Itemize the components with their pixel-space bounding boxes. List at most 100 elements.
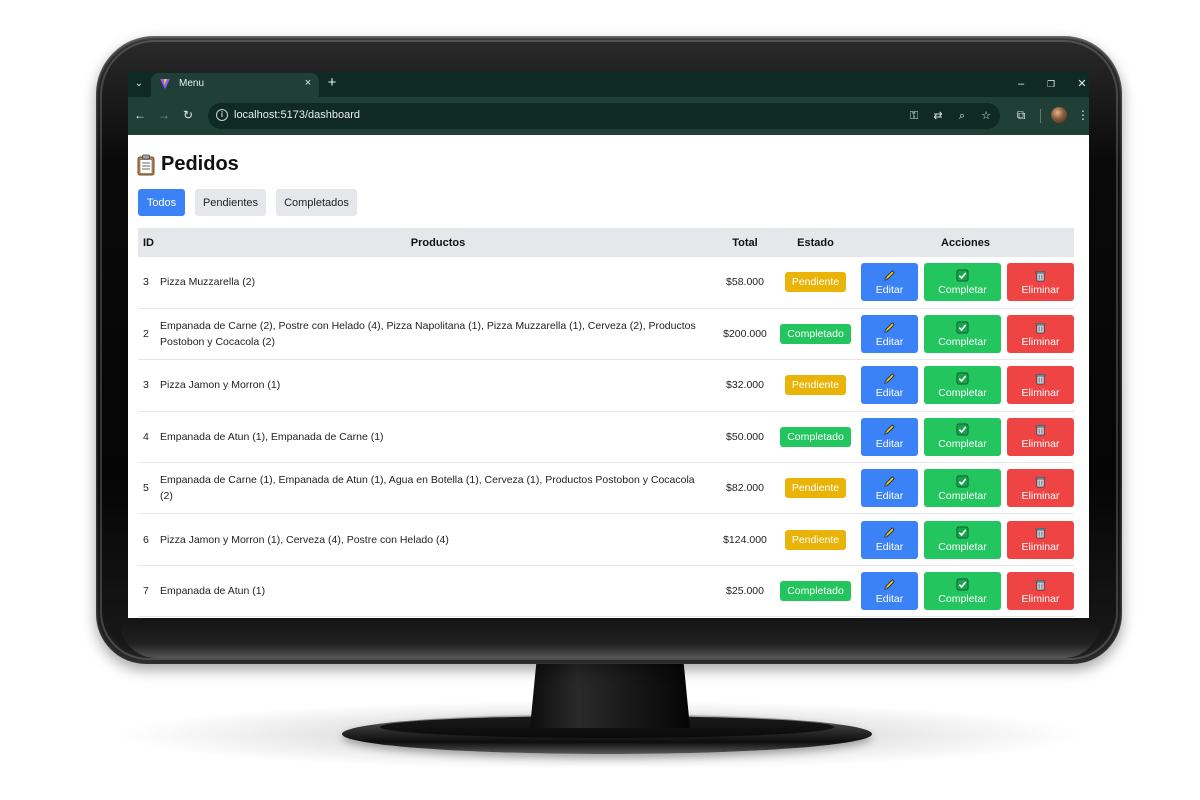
edit-button[interactable]: Editar — [861, 263, 918, 302]
complete-button[interactable]: Completar — [924, 572, 1001, 611]
check-mark-icon — [956, 475, 969, 488]
minimize-button[interactable]: – — [1012, 75, 1030, 93]
check-mark-icon — [956, 578, 969, 591]
trash-can-icon — [1035, 425, 1046, 436]
status-badge: Pendiente — [784, 272, 847, 293]
tab-search-chevron-icon[interactable]: ⌄ — [131, 76, 147, 92]
order-actions-cell: Editar Completar Eliminar — [857, 463, 1074, 514]
orders-table-wrapper: ID Productos Total Estado Acciones 3 Piz… — [138, 228, 1074, 617]
status-badge: Completado — [780, 324, 851, 345]
trash-can-icon — [1035, 579, 1046, 591]
browser-tab[interactable]: Menu × — [151, 73, 319, 97]
delete-button[interactable]: Eliminar — [1007, 417, 1074, 456]
complete-button[interactable]: Completar — [924, 417, 1001, 456]
trash-can-icon — [1035, 528, 1046, 539]
bookmark-star-icon[interactable]: ☆ — [978, 108, 994, 124]
delete-button[interactable]: Eliminar — [1007, 263, 1074, 302]
maximize-button[interactable]: ❐ — [1042, 75, 1060, 93]
table-row: 6 Pizza Jamon y Morron (1), Cerveza (4),… — [138, 514, 1074, 566]
tab-close-icon[interactable]: × — [301, 76, 315, 90]
tab-title: Menu — [179, 78, 205, 89]
edit-button[interactable]: Editar — [861, 315, 918, 354]
order-id: 4 — [143, 430, 149, 443]
delete-label: Eliminar — [1021, 592, 1060, 605]
edit-label: Editar — [875, 438, 904, 451]
back-arrow-icon[interactable]: ← — [132, 107, 148, 123]
edit-button[interactable]: Editar — [861, 572, 918, 611]
complete-button[interactable]: Completar — [924, 520, 1001, 559]
extensions-icon[interactable]: ⧉ — [1013, 107, 1029, 123]
status-badge: Completado — [780, 426, 851, 447]
delete-button[interactable]: Eliminar — [1007, 315, 1074, 354]
order-actions-cell: Editar Completar Eliminar — [857, 308, 1074, 359]
order-total: $50.000 — [726, 430, 764, 443]
edit-label: Editar — [875, 592, 904, 605]
delete-label: Eliminar — [1021, 438, 1060, 451]
order-actions: Editar Completar Eliminar — [857, 572, 1074, 611]
filter-completados-button[interactable]: Completados — [276, 189, 357, 216]
filter-todos-button[interactable]: Todos — [138, 189, 185, 216]
check-mark-icon — [956, 321, 969, 334]
monitor-screen: ⌄ Menu × + – ❐ ✕ ← → ↻ i localhost:5173/… — [128, 72, 1089, 618]
complete-button[interactable]: Completar — [924, 366, 1001, 405]
zoom-icon[interactable]: ⌕ — [954, 108, 970, 124]
edit-button[interactable]: Editar — [861, 469, 918, 508]
order-id: 7 — [143, 585, 149, 598]
order-actions: Editar Completar Eliminar — [857, 315, 1074, 354]
order-productos: Empanada de Atun (1), Empanada de Carne … — [160, 430, 384, 443]
forward-arrow-icon[interactable]: → — [156, 107, 172, 123]
check-mark-icon — [956, 423, 969, 436]
order-actions: Editar Completar Eliminar — [857, 366, 1074, 405]
close-window-button[interactable]: ✕ — [1073, 75, 1089, 93]
table-row: 3 Pizza Muzzarella (2) $58.000 Pendiente… — [138, 257, 1074, 309]
delete-button[interactable]: Eliminar — [1007, 469, 1074, 508]
edit-button[interactable]: Editar — [861, 520, 918, 559]
password-key-icon[interactable]: ⚿ — [906, 108, 922, 124]
complete-button[interactable]: Completar — [924, 263, 1001, 302]
site-info-icon[interactable]: i — [216, 109, 228, 121]
delete-label: Eliminar — [1021, 541, 1060, 554]
order-productos: Pizza Jamon y Morron (1), Cerveza (4), P… — [160, 533, 449, 546]
order-total: $200.000 — [723, 328, 767, 341]
order-estado-cell: Completado — [774, 308, 857, 359]
order-total: $124.000 — [723, 533, 767, 546]
complete-button[interactable]: Completar — [924, 469, 1001, 508]
delete-button[interactable]: Eliminar — [1007, 572, 1074, 611]
filter-pendientes-button[interactable]: Pendientes — [195, 189, 266, 216]
order-estado-cell: Pendiente — [774, 463, 857, 514]
reload-icon[interactable]: ↻ — [180, 107, 196, 123]
table-row: 2 Empanada de Carne (2), Postre con Hela… — [138, 308, 1074, 360]
translate-icon[interactable]: ⇄ — [930, 108, 946, 124]
complete-button[interactable]: Completar — [924, 315, 1001, 354]
order-productos: Pizza Jamon y Morron (1) — [160, 379, 281, 392]
address-bar[interactable]: i localhost:5173/dashboard ⚿ ⇄ ⌕ ☆ — [208, 103, 1000, 129]
delete-label: Eliminar — [1021, 489, 1060, 502]
order-total: $32.000 — [726, 379, 764, 392]
delete-label: Eliminar — [1021, 386, 1060, 399]
complete-label: Completar — [938, 489, 987, 502]
order-actions-cell: Editar Completar Eliminar — [857, 360, 1074, 411]
complete-label: Completar — [938, 335, 987, 348]
complete-label: Completar — [938, 592, 987, 605]
browser-menu-icon[interactable]: ⋮ — [1075, 107, 1089, 123]
header-productos: Productos — [410, 236, 466, 249]
new-tab-button[interactable]: + — [324, 74, 340, 92]
pencil-icon — [884, 321, 895, 333]
header-id: ID — [143, 236, 154, 249]
order-estado-cell: Completado — [774, 565, 857, 616]
trash-can-icon — [1035, 322, 1046, 334]
complete-label: Completar — [938, 283, 987, 296]
delete-button[interactable]: Eliminar — [1007, 520, 1074, 559]
pencil-icon — [884, 527, 895, 538]
delete-button[interactable]: Eliminar — [1007, 366, 1074, 405]
pencil-icon — [884, 476, 895, 487]
order-estado-cell: Pendiente — [774, 514, 857, 565]
table-row: 7 Empanada de Atun (1) $25.000 Completad… — [138, 565, 1074, 617]
edit-button[interactable]: Editar — [861, 417, 918, 456]
order-actions-cell: Editar Completar Eliminar — [857, 411, 1074, 462]
edit-button[interactable]: Editar — [861, 366, 918, 405]
order-id: 5 — [143, 482, 149, 495]
table-row: 5 Empanada de Carne (1), Empanada de Atu… — [138, 463, 1074, 514]
profile-avatar[interactable] — [1051, 107, 1067, 123]
browser-toolbar: ← → ↻ i localhost:5173/dashboard ⚿ ⇄ ⌕ ☆… — [128, 97, 1089, 135]
